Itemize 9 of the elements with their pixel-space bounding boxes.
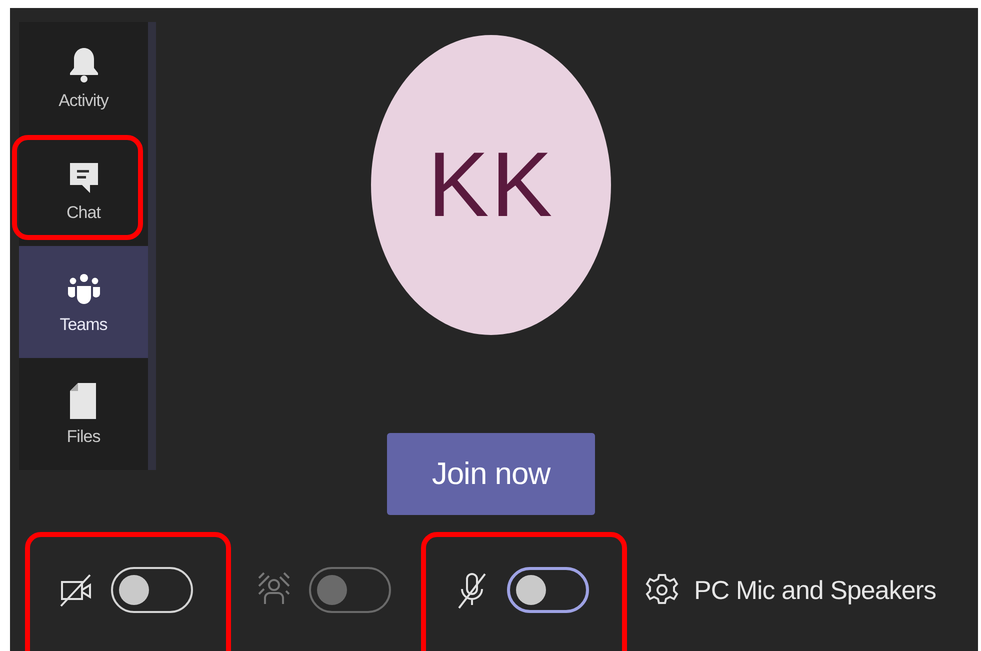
nav-item[interactable]: Teams (19, 246, 148, 358)
device-label[interactable]: PC Mic and Speakers (694, 574, 936, 606)
nav-item[interactable]: Chat (19, 134, 148, 246)
avatar: KK (371, 35, 611, 335)
nav-item[interactable]: Files (19, 358, 148, 470)
nav-item[interactable]: Activity (19, 22, 148, 134)
scrollbar[interactable] (148, 22, 156, 470)
toggle-switch[interactable] (507, 567, 589, 614)
join-now-button[interactable]: Join now (387, 433, 595, 515)
